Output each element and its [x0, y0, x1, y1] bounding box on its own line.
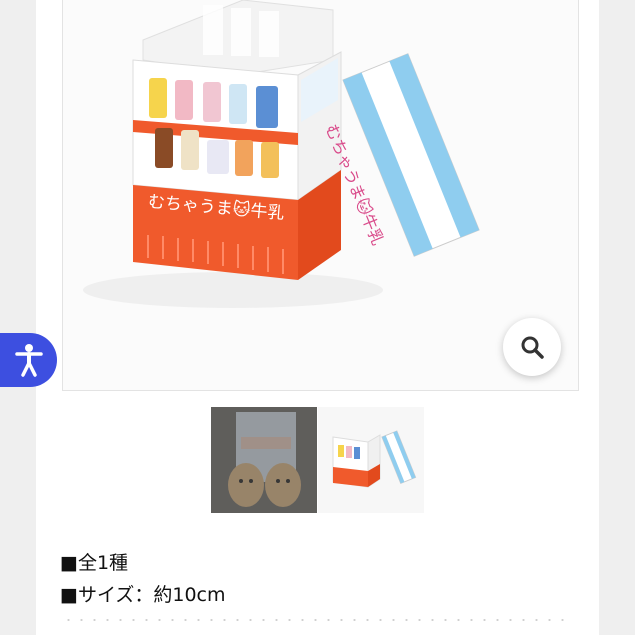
- spec-variants: ■全1種: [60, 552, 129, 574]
- main-product-image[interactable]: [62, 0, 579, 391]
- zoom-button[interactable]: [503, 318, 561, 376]
- accessibility-button[interactable]: [0, 333, 57, 387]
- plush-thumbnail[interactable]: [211, 407, 317, 513]
- milk-box-illustration: [83, 0, 480, 308]
- box-thumbnail[interactable]: [318, 407, 424, 513]
- dotted-divider: [62, 619, 572, 621]
- accessibility-person-icon: [14, 344, 43, 377]
- box-thumbnail-image: [332, 430, 417, 488]
- magnifier-icon: [521, 336, 544, 359]
- background-stripe-left: [0, 0, 36, 635]
- spec-size: ■サイズ：約10cm: [60, 584, 226, 606]
- background-stripe-right: [599, 0, 635, 635]
- thumbnail-dim-overlay: [211, 407, 317, 513]
